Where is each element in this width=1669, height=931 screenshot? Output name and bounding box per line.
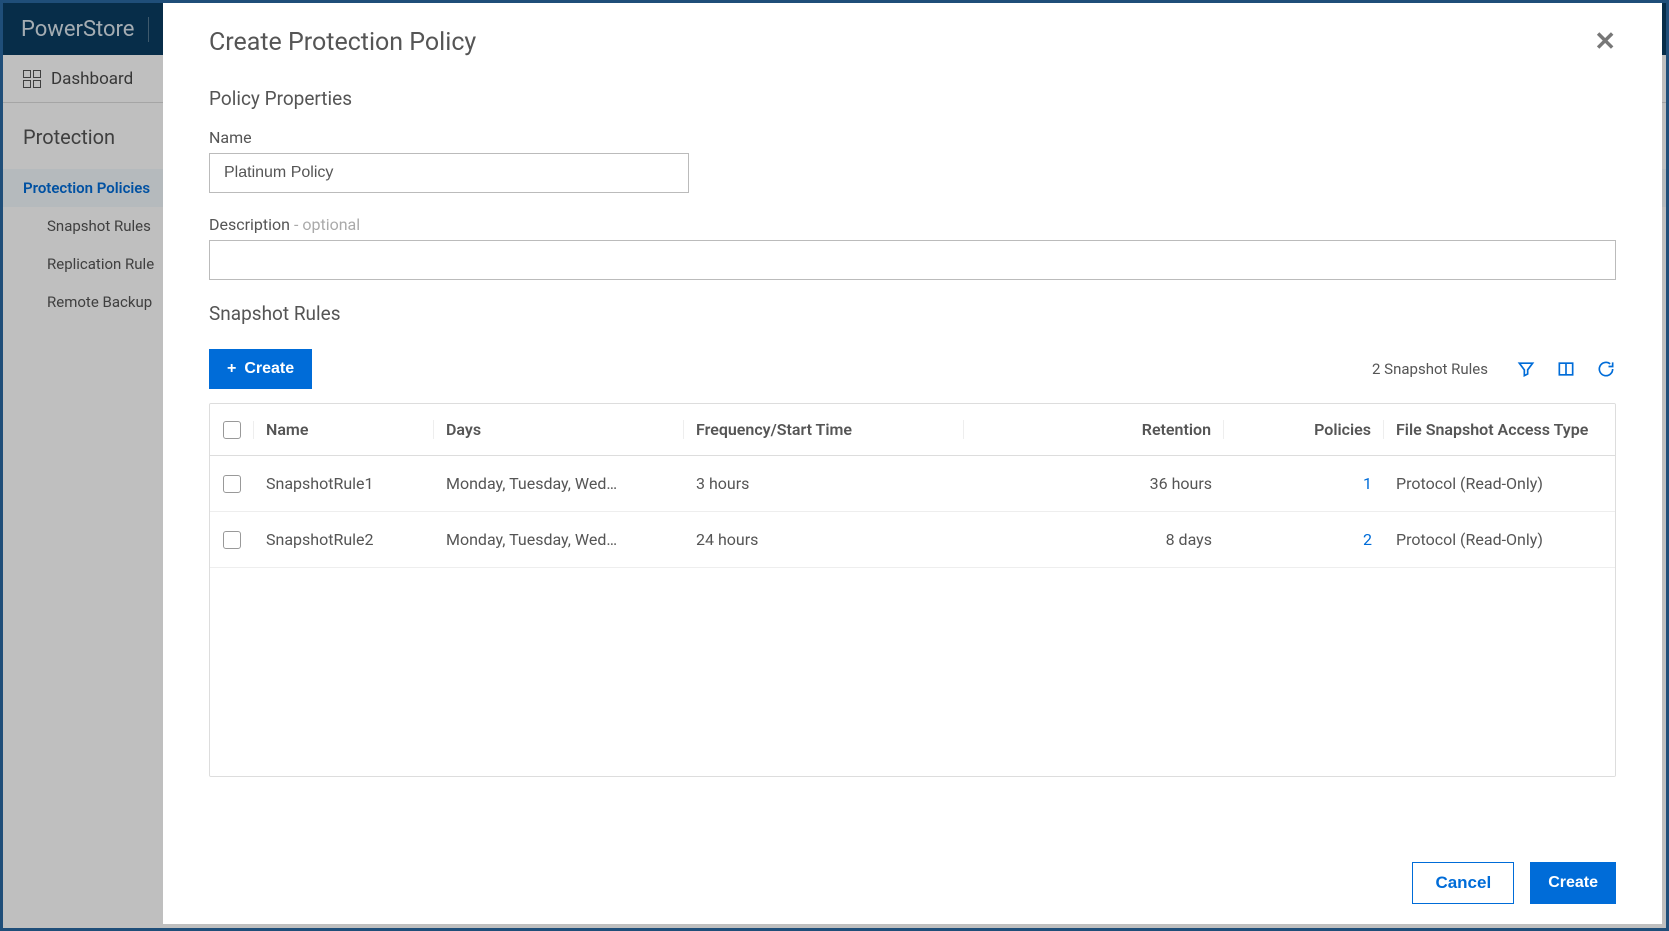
cell-access: Protocol (Read-Only): [1384, 530, 1615, 549]
table-row[interactable]: SnapshotRule2 Monday, Tuesday, Wed… 24 h…: [210, 512, 1615, 568]
cell-name: SnapshotRule2: [254, 530, 434, 549]
col-days[interactable]: Days: [434, 420, 684, 439]
table-header: Name Days Frequency/Start Time Retention…: [210, 404, 1615, 456]
cell-name: SnapshotRule1: [254, 474, 434, 493]
cell-days: Monday, Tuesday, Wed…: [434, 530, 684, 549]
description-label: Description - optional: [209, 215, 1616, 234]
description-input[interactable]: [209, 240, 1616, 280]
cell-policies-link[interactable]: 2: [1363, 530, 1372, 549]
description-optional: - optional: [290, 215, 360, 234]
table-row[interactable]: SnapshotRule1 Monday, Tuesday, Wed… 3 ho…: [210, 456, 1615, 512]
select-all-checkbox[interactable]: [223, 421, 241, 439]
modal-title: Create Protection Policy: [209, 28, 476, 57]
cell-frequency: 3 hours: [684, 474, 964, 493]
cell-access: Protocol (Read-Only): [1384, 474, 1615, 493]
create-protection-policy-modal: Create Protection Policy ✕ Policy Proper…: [163, 3, 1662, 924]
create-button-label: Create: [244, 360, 294, 378]
filter-icon[interactable]: [1516, 359, 1536, 379]
cancel-button[interactable]: Cancel: [1412, 862, 1514, 904]
name-label: Name: [209, 128, 1616, 147]
snapshot-rules-count: 2 Snapshot Rules: [1372, 360, 1488, 378]
cell-policies-link[interactable]: 1: [1363, 474, 1372, 493]
col-name[interactable]: Name: [254, 420, 434, 439]
close-icon[interactable]: ✕: [1594, 27, 1616, 57]
cell-days: Monday, Tuesday, Wed…: [434, 474, 684, 493]
create-button[interactable]: Create: [1530, 862, 1616, 904]
snapshot-rules-heading: Snapshot Rules: [209, 302, 1616, 325]
description-label-text: Description: [209, 215, 290, 234]
cell-frequency: 24 hours: [684, 530, 964, 549]
row-checkbox[interactable]: [223, 531, 241, 549]
plus-icon: +: [227, 360, 236, 378]
snapshot-rules-table: Name Days Frequency/Start Time Retention…: [209, 403, 1616, 777]
table-body: SnapshotRule1 Monday, Tuesday, Wed… 3 ho…: [210, 456, 1615, 776]
create-snapshot-rule-button[interactable]: + Create: [209, 349, 312, 389]
name-input[interactable]: [209, 153, 689, 193]
refresh-icon[interactable]: [1596, 359, 1616, 379]
columns-icon[interactable]: [1556, 359, 1576, 379]
cell-retention: 8 days: [964, 530, 1224, 549]
col-policies[interactable]: Policies: [1224, 420, 1384, 439]
policy-properties-heading: Policy Properties: [209, 87, 1616, 110]
col-frequency[interactable]: Frequency/Start Time: [684, 420, 964, 439]
row-checkbox[interactable]: [223, 475, 241, 493]
col-retention[interactable]: Retention: [964, 420, 1224, 439]
col-access-type[interactable]: File Snapshot Access Type: [1384, 420, 1615, 439]
cell-retention: 36 hours: [964, 474, 1224, 493]
modal-footer: Cancel Create: [209, 844, 1616, 904]
